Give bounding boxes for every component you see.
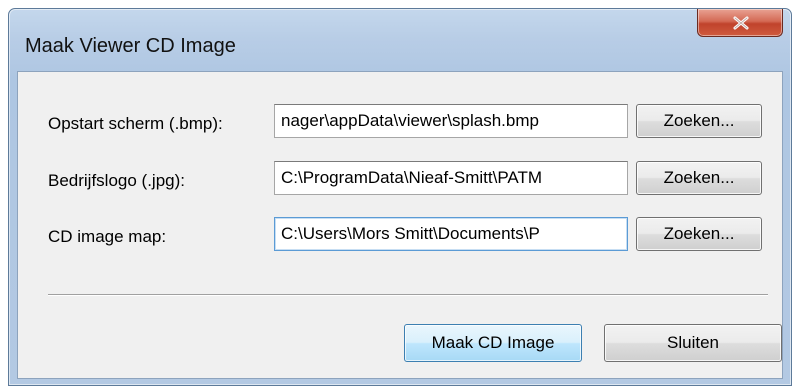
- close-icon: [733, 16, 749, 30]
- image-folder-input[interactable]: C:\Users\Mors Smitt\Documents\P: [274, 217, 628, 251]
- logo-browse-button[interactable]: Zoeken...: [636, 161, 762, 195]
- separator-line: [48, 294, 768, 296]
- splash-path-input[interactable]: nager\appData\viewer\splash.bmp: [274, 104, 628, 138]
- image-folder-browse-button[interactable]: Zoeken...: [636, 217, 762, 251]
- dialog-window: Maak Viewer CD Image Opstart scherm (.bm…: [8, 8, 792, 386]
- logo-label: Bedrijfslogo (.jpg):: [48, 171, 186, 190]
- image-folder-label: CD image map:: [48, 227, 167, 246]
- close-button[interactable]: Sluiten: [604, 324, 782, 362]
- logo-path-input[interactable]: C:\ProgramData\Nieaf-Smitt\PATM: [274, 161, 628, 195]
- create-cd-image-button[interactable]: Maak CD Image: [404, 324, 582, 362]
- window-title: Maak Viewer CD Image: [25, 35, 236, 57]
- splash-label: Opstart scherm (.bmp):: [48, 114, 223, 133]
- splash-browse-button[interactable]: Zoeken...: [636, 104, 762, 138]
- close-window-button[interactable]: [697, 9, 783, 37]
- dialog-body: Opstart scherm (.bmp): nager\appData\vie…: [17, 71, 783, 379]
